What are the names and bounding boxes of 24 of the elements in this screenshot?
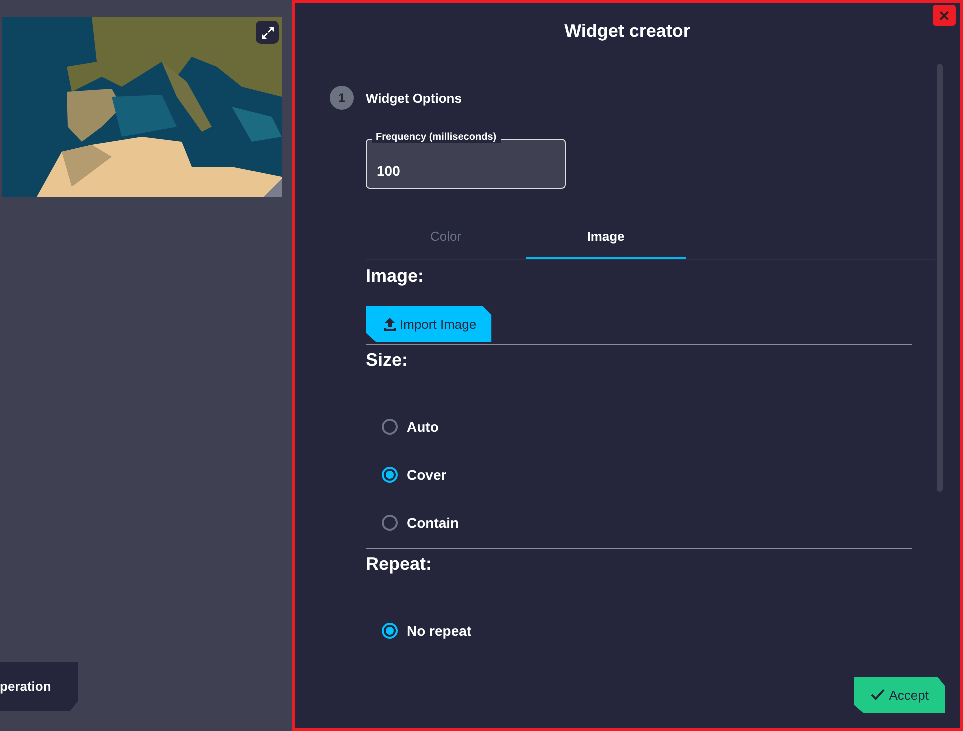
radio-option[interactable]: No repeat xyxy=(382,621,960,641)
radio-option[interactable]: Auto xyxy=(382,417,960,437)
upload-icon xyxy=(383,317,397,331)
section-heading: Image: xyxy=(366,266,426,287)
radio-icon[interactable] xyxy=(382,515,398,531)
import-image-button[interactable]: Import Image xyxy=(366,306,492,342)
scrollbar[interactable] xyxy=(937,64,943,492)
close-button[interactable]: ✕ xyxy=(933,5,956,26)
dialog-title: Widget creator xyxy=(564,21,690,42)
radio-option[interactable]: Contain xyxy=(382,513,960,533)
section-heading: Repeat: xyxy=(366,554,434,575)
radio-icon[interactable] xyxy=(382,623,398,639)
tab[interactable]: Image xyxy=(526,216,686,259)
expand-icon[interactable] xyxy=(256,21,279,44)
check-icon xyxy=(871,689,886,701)
radio-icon[interactable] xyxy=(382,467,398,483)
field-label: Frequency (milliseconds) xyxy=(372,132,501,143)
radio-icon[interactable] xyxy=(382,419,398,435)
step-label: Widget Options xyxy=(366,90,462,106)
accept-button[interactable]: Accept xyxy=(854,677,945,713)
step-number: 1 xyxy=(330,86,354,110)
section-heading: Size: xyxy=(366,350,410,371)
radio-option[interactable]: Cover xyxy=(382,465,960,485)
operation-button[interactable]: peration xyxy=(0,662,78,711)
